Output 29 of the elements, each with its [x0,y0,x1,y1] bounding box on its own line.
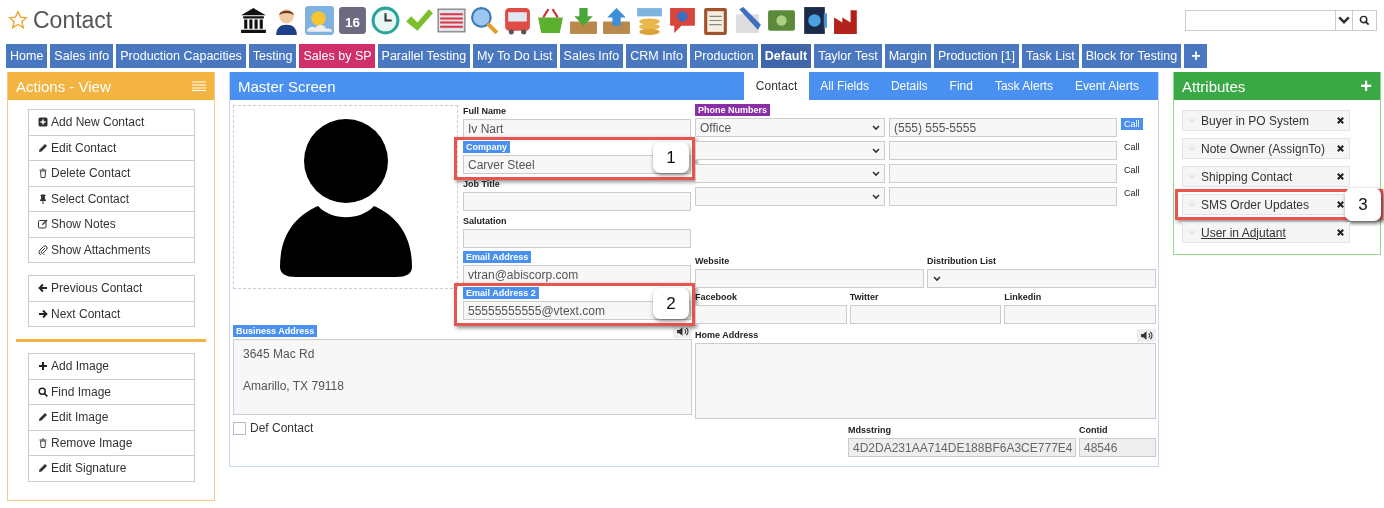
checkbox-label: Def Contact [250,421,314,435]
field-label: Website [695,256,731,266]
field-label: Job Title [463,179,500,189]
attribute-label: Shipping Contact [1201,169,1294,184]
attribute-label: Buyer in PO System [1201,113,1311,128]
callout-tooltip: 3 [1345,188,1381,221]
attribute-label: Note Owner (AssignTo) [1201,141,1327,156]
field-label: Business Address [233,325,318,337]
panel-title: Attributes [1182,77,1246,95]
panel-title: Actions - View [16,77,111,95]
field-label: Salutation [463,216,507,226]
field-label: Twitter [849,292,880,302]
field-label: Company [463,141,510,153]
callout-tooltip: 1 [653,142,689,173]
field-label: Facebook [695,292,738,302]
field-label: Home Address [695,330,759,340]
callout-tooltip: 2 [653,288,689,319]
field-label: Full Name [463,106,506,116]
field-label: Phone Numbers [695,104,770,116]
panel-title: Master Screen [237,77,336,95]
page-title: Contact [33,6,114,34]
field-label: Distribution List [927,256,997,266]
field-label: Linkedin [1004,292,1043,302]
field-label: Mdsstring [848,425,892,435]
attribute-label: SMS Order Updates [1201,197,1311,212]
field-label: Contid [1079,425,1109,435]
field-label: Email Address 2 [463,287,539,299]
attribute-label: User in Adjutant [1201,225,1287,240]
field-label: Email Address [463,251,532,263]
